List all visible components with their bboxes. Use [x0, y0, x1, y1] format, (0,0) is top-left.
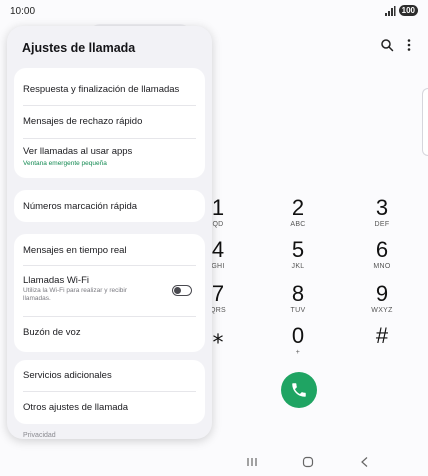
- dialpad-key-8[interactable]: 8 TUV: [268, 282, 328, 315]
- toggle-knob: [174, 286, 181, 294]
- panel-title: Ajustes de llamada: [22, 41, 136, 55]
- dialpad-key-2[interactable]: 2 ABC: [268, 196, 328, 229]
- settings-group-calls: Respuesta y finalización de llamadas Men…: [14, 68, 205, 178]
- wifi-calling-item[interactable]: Llamadas Wi-Fi Utiliza la Wi-Fi para rea…: [14, 266, 205, 316]
- settings-group-messaging: Mensajes en tiempo real Llamadas Wi-Fi U…: [14, 234, 205, 352]
- dialpad-key-0[interactable]: 0 +: [268, 324, 328, 357]
- privacy-section-header: Privacidad: [23, 432, 56, 439]
- voicemail-item[interactable]: Buzón de voz: [14, 317, 205, 352]
- item-label: Mensajes de rechazo rápido: [23, 116, 143, 127]
- status-bar: 10:00 100: [0, 0, 428, 24]
- phone-icon: [292, 383, 306, 397]
- item-label: Respuesta y finalización de llamadas: [23, 84, 180, 95]
- wifi-calling-toggle[interactable]: [172, 285, 192, 296]
- supplementary-services-item[interactable]: Servicios adicionales: [14, 360, 205, 391]
- item-label: Números marcación rápida: [23, 201, 138, 212]
- call-settings-panel: Ajustes de llamada Respuesta y finalizac…: [7, 26, 212, 439]
- dialpad-key-9[interactable]: 9 WXYZ: [352, 282, 412, 315]
- calls-over-apps-item[interactable]: Ver llamadas al usar apps Ventana emerge…: [14, 139, 205, 178]
- dialpad-key-hash[interactable]: #: [352, 324, 412, 348]
- item-label: Mensajes en tiempo real: [23, 245, 127, 256]
- item-label: Servicios adicionales: [23, 370, 112, 381]
- navigation-bar: [0, 448, 428, 476]
- home-icon[interactable]: [301, 456, 315, 468]
- search-icon[interactable]: [380, 38, 394, 52]
- item-label: Llamadas Wi-Fi: [23, 275, 89, 286]
- item-label: Ver llamadas al usar apps: [23, 146, 133, 157]
- status-icons: 100: [384, 5, 418, 16]
- answer-end-calls-item[interactable]: Respuesta y finalización de llamadas: [14, 68, 205, 105]
- back-icon[interactable]: [358, 456, 372, 468]
- dialpad-key-6[interactable]: 6 MNO: [352, 238, 412, 271]
- edge-panel-handle[interactable]: [422, 88, 428, 156]
- recents-icon[interactable]: [245, 456, 259, 468]
- item-label: Buzón de voz: [23, 327, 81, 338]
- settings-group-additional: Servicios adicionales Otros ajustes de l…: [14, 360, 205, 424]
- item-label: Otros ajustes de llamada: [23, 402, 129, 413]
- battery-icon: 100: [398, 5, 418, 16]
- real-time-text-item[interactable]: Mensajes en tiempo real: [14, 234, 205, 265]
- item-sublabel: Utiliza la Wi-Fi para realizar y recibir…: [23, 287, 128, 302]
- dialpad-key-5[interactable]: 5 JKL: [268, 238, 328, 271]
- quick-decline-messages-item[interactable]: Mensajes de rechazo rápido: [14, 106, 205, 138]
- signal-icon: [384, 5, 396, 16]
- status-time: 10:00: [10, 6, 36, 17]
- item-sublabel: Ventana emergente pequeña: [23, 160, 107, 167]
- other-call-settings-item[interactable]: Otros ajustes de llamada: [14, 392, 205, 424]
- more-options-icon[interactable]: [402, 38, 416, 52]
- speed-dial-item[interactable]: Números marcación rápida: [14, 190, 205, 222]
- dialpad-key-3[interactable]: 3 DEF: [352, 196, 412, 229]
- call-button[interactable]: [281, 372, 317, 408]
- settings-group-speed-dial: Números marcación rápida: [14, 190, 205, 222]
